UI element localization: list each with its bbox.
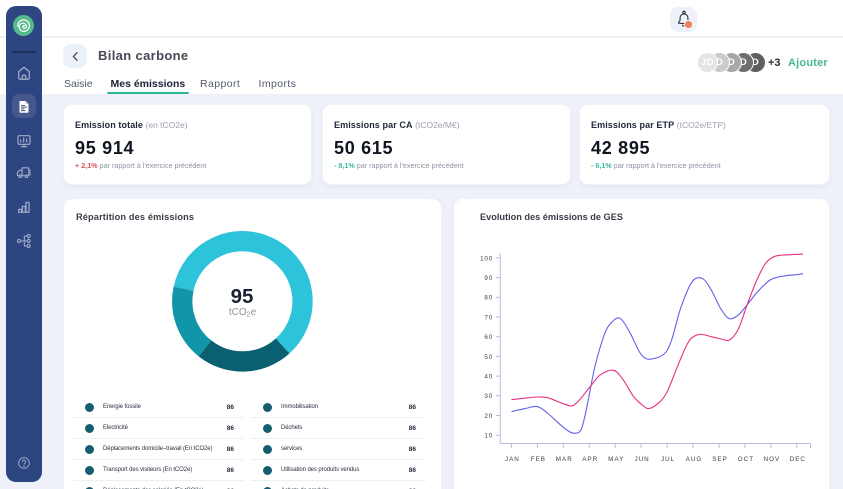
svg-text:NOV: NOV: [764, 456, 781, 463]
svg-text:AUG: AUG: [686, 456, 703, 463]
svg-text:10: 10: [484, 433, 493, 440]
svg-text:70: 70: [484, 314, 493, 321]
svg-text:100: 100: [480, 255, 493, 262]
svg-text:50: 50: [484, 354, 493, 361]
svg-text:JAN: JAN: [505, 456, 520, 463]
svg-text:MAR: MAR: [556, 456, 573, 463]
svg-text:30: 30: [484, 393, 493, 400]
svg-text:OCT: OCT: [738, 456, 754, 463]
svg-text:JUN: JUN: [634, 456, 649, 463]
svg-text:APR: APR: [582, 456, 598, 463]
svg-text:MAY: MAY: [608, 456, 624, 463]
svg-text:60: 60: [484, 334, 493, 341]
svg-text:40: 40: [484, 374, 493, 381]
svg-text:FEB: FEB: [531, 456, 546, 463]
svg-text:80: 80: [484, 295, 493, 302]
svg-text:20: 20: [484, 413, 493, 420]
svg-text:SEP: SEP: [712, 456, 728, 463]
svg-text:DEC: DEC: [790, 456, 806, 463]
svg-text:90: 90: [484, 275, 493, 282]
svg-text:JUL: JUL: [661, 456, 675, 463]
